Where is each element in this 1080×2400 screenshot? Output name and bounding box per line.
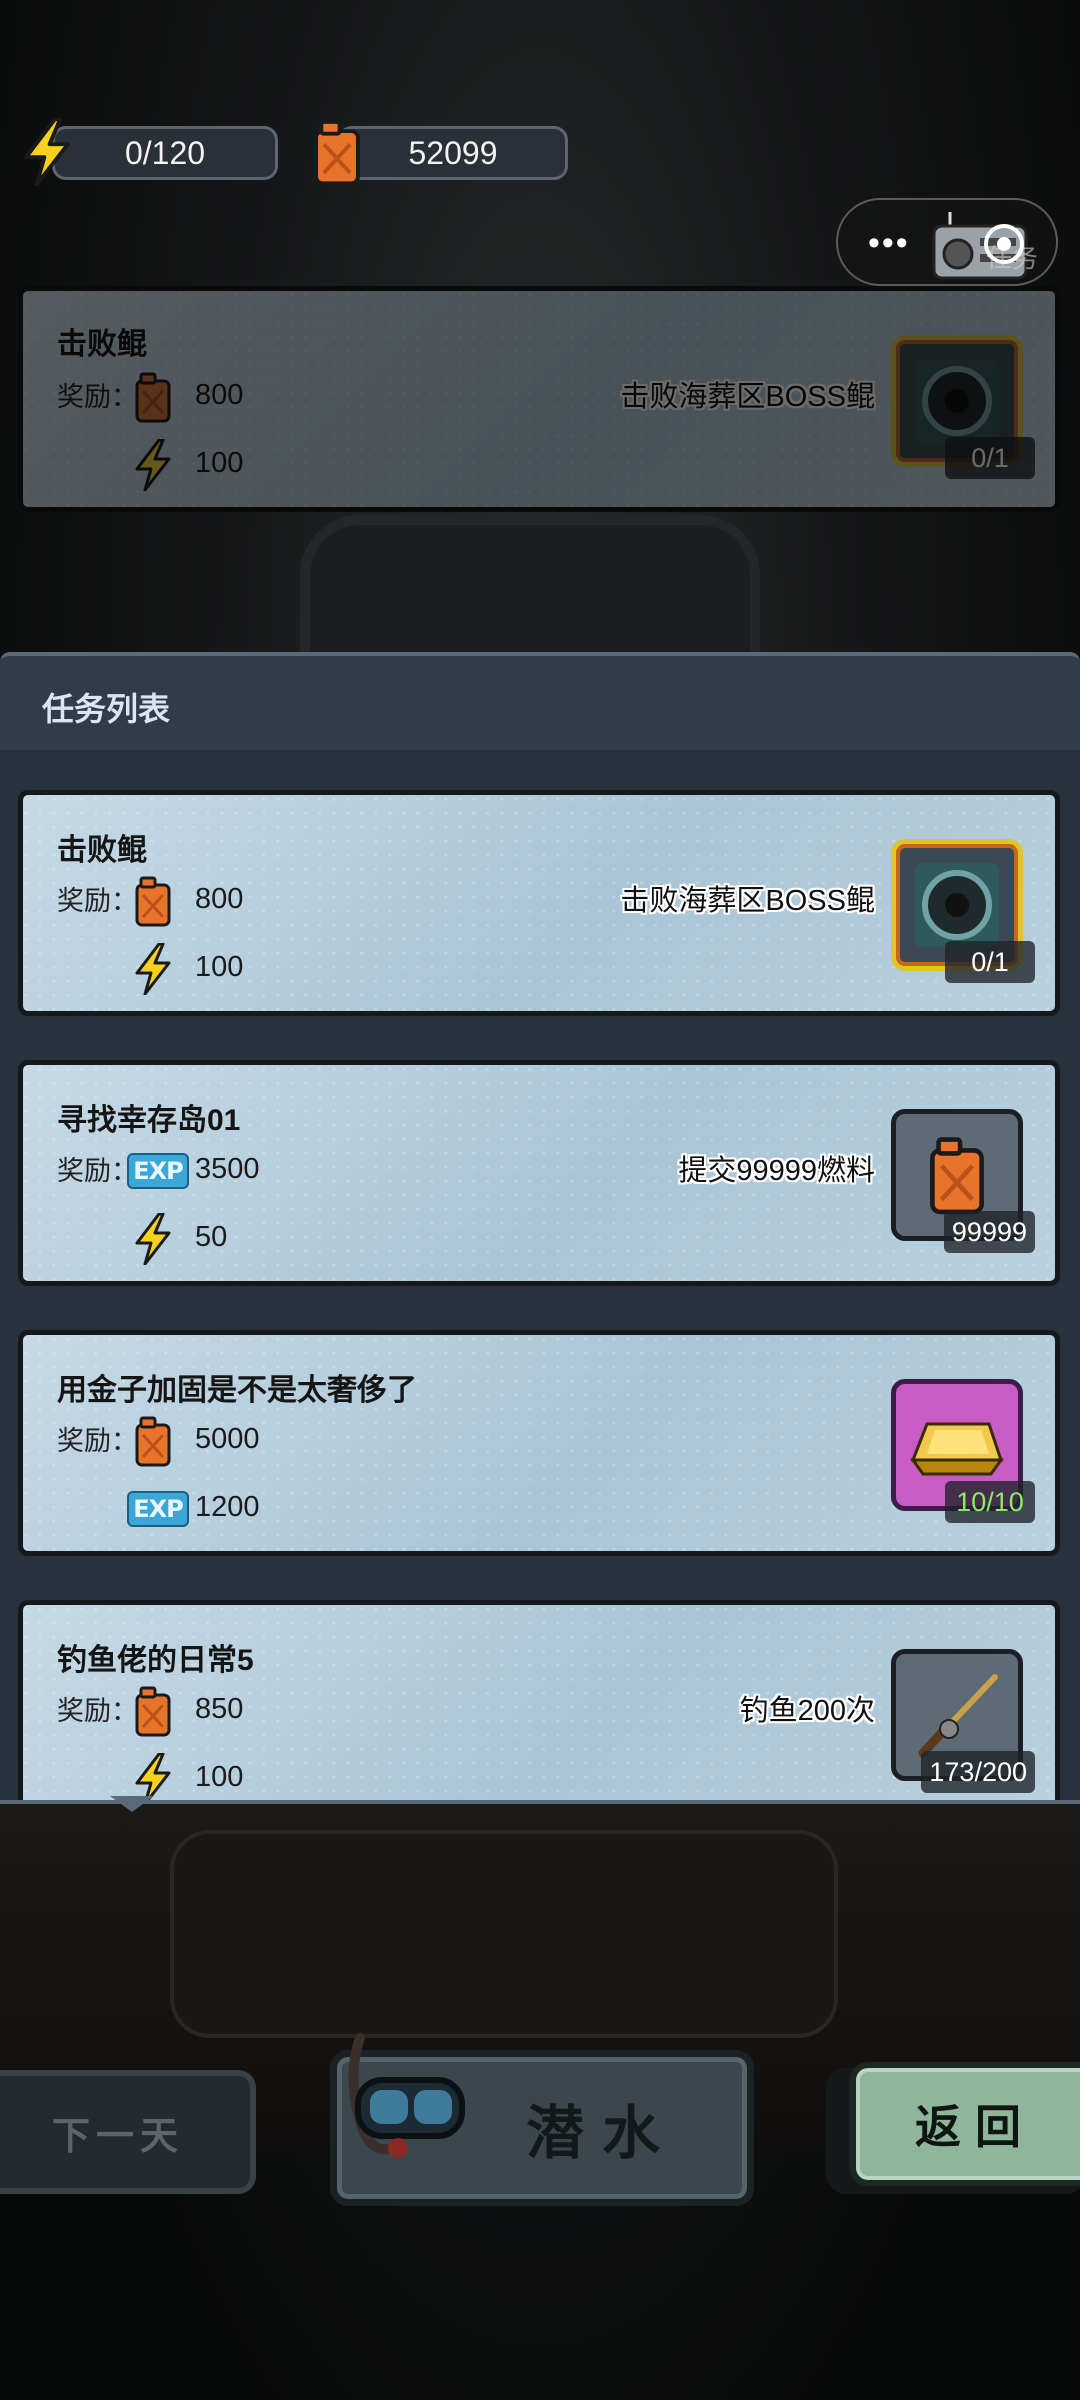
reward-value: 100	[195, 1761, 244, 1793]
menu-capsule[interactable]: ••• 任务	[836, 198, 1058, 286]
exp-icon: EXP	[127, 1153, 189, 1189]
quest-description: 击败海葬区BOSS鲲	[620, 885, 875, 917]
quest-title: 击败鲲	[57, 328, 147, 361]
featured-quest-card: 击败鲲 奖励： 800 100 击败海葬区BOSS鲲 0/1	[18, 286, 1060, 512]
exp-icon: EXP	[127, 1491, 189, 1527]
fuel-can-icon	[925, 1135, 989, 1215]
fuel-can-icon	[131, 1685, 175, 1737]
quest-description: 提交99999燃料	[678, 1155, 875, 1187]
energy-value: 0/120	[124, 134, 206, 171]
energy-counter: 0/120	[52, 126, 278, 180]
reward-value: 850	[195, 1693, 244, 1725]
reward-label: 奖励：	[57, 1156, 138, 1186]
quest-progress: 0/1	[945, 941, 1035, 983]
reward-value: 100	[195, 951, 244, 983]
back-button[interactable]: 返回	[850, 2062, 1080, 2186]
quest-progress: 173/200	[921, 1751, 1035, 1793]
quest-progress: 10/10	[945, 1481, 1035, 1523]
reward-label: 奖励：	[57, 1696, 138, 1726]
vault-icon	[915, 359, 999, 443]
close-target-icon[interactable]	[984, 224, 1024, 264]
lightning-icon	[20, 118, 74, 186]
gold-bar-icon	[910, 1422, 1004, 1476]
quest-description: 钓鱼200次	[739, 1695, 875, 1727]
quest-title: 寻找幸存岛01	[57, 1104, 241, 1137]
quest-list-panel: 任务列表 击败鲲 奖励： 800 100 击败海葬区BOSS鲲 0/1 寻找幸存…	[0, 652, 1080, 1804]
quest-title: 击败鲲	[57, 834, 147, 867]
reward-value: 100	[195, 447, 244, 479]
reward-value: 5000	[195, 1423, 260, 1455]
lightning-icon	[131, 1213, 175, 1265]
quest-title: 钓鱼佬的日常5	[57, 1644, 254, 1677]
quest-card[interactable]: 寻找幸存岛01 奖励： EXP 3500 50 提交99999燃料 99999	[18, 1060, 1060, 1286]
quest-card[interactable]: 钓鱼佬的日常5 奖励： 850 100 钓鱼200次 173/200	[18, 1600, 1060, 1800]
panel-title: 任务列表	[42, 691, 171, 727]
lightning-icon	[131, 943, 175, 995]
reward-label: 奖励：	[57, 382, 138, 412]
fuel-can-icon	[131, 371, 175, 423]
lightning-icon	[131, 439, 175, 491]
reward-value: 800	[195, 379, 244, 411]
quest-title: 用金子加固是不是太奢侈了	[57, 1374, 417, 1407]
quest-progress: 99999	[943, 1211, 1035, 1253]
quest-description: 击败海葬区BOSS鲲	[620, 381, 875, 413]
reward-label: 奖励：	[57, 1426, 138, 1456]
fuel-can-icon	[131, 875, 175, 927]
panel-pointer	[110, 1796, 154, 1812]
quest-list[interactable]: 击败鲲 奖励： 800 100 击败海葬区BOSS鲲 0/1 寻找幸存岛01 奖…	[0, 750, 1080, 1800]
fuel-can-icon	[131, 1415, 175, 1467]
diving-mask-icon	[348, 2033, 465, 2158]
reward-value: 1200	[195, 1491, 260, 1523]
fuel-can-icon	[310, 118, 364, 186]
more-options-icon[interactable]: •••	[868, 226, 910, 260]
vault-icon	[915, 863, 999, 947]
fuel-counter: 52099	[338, 126, 568, 180]
fuel-value: 52099	[408, 134, 498, 171]
quest-card[interactable]: 击败鲲 奖励： 800 100 击败海葬区BOSS鲲 0/1	[18, 790, 1060, 1016]
panel-header: 任务列表	[0, 656, 1080, 750]
reward-value: 3500	[195, 1153, 260, 1185]
quest-progress: 0/1	[945, 437, 1035, 479]
quest-card[interactable]: 用金子加固是不是太奢侈了 奖励： 5000 EXP 1200 10/10	[18, 1330, 1060, 1556]
reward-value: 50	[195, 1221, 228, 1253]
reward-label: 奖励：	[57, 886, 138, 916]
background-mat	[170, 1830, 838, 2038]
fishing-rod-icon	[918, 1674, 998, 1758]
reward-value: 800	[195, 883, 244, 915]
next-day-button[interactable]: 下一天	[0, 2070, 256, 2194]
